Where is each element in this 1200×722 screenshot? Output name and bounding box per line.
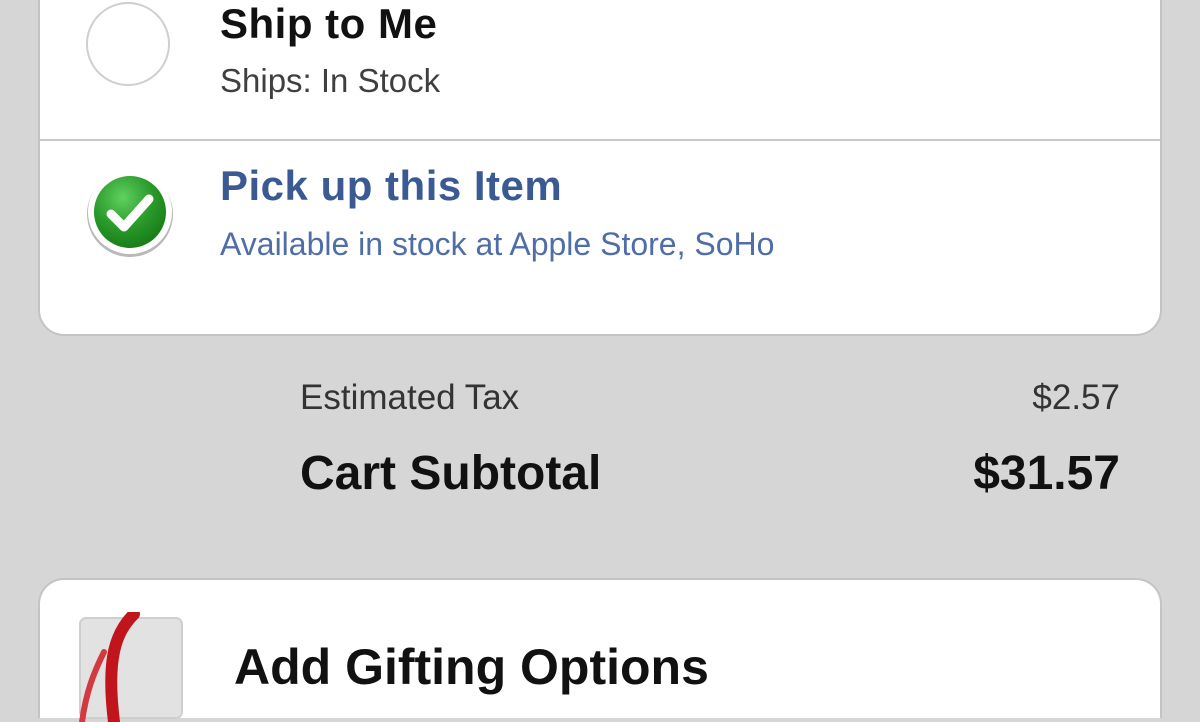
cart-subtotal-value: $31.57 xyxy=(973,447,1120,500)
ship-to-me-option[interactable]: Ship to Me Ships: In Stock xyxy=(40,0,1160,140)
gift-icon xyxy=(79,612,183,722)
pickup-option-title: Pick up this Item xyxy=(220,162,563,209)
pickup-option-subtitle: Available in stock at Apple Store, SoHo xyxy=(220,226,775,262)
pick-up-option[interactable]: Pick up this Item Available in stock at … xyxy=(40,140,1160,334)
estimated-tax-label: Estimated Tax xyxy=(300,378,520,417)
gifting-options-label: Add Gifting Options xyxy=(234,639,709,695)
add-gifting-options-button[interactable]: Add Gifting Options xyxy=(38,578,1162,722)
delivery-options-card: Ship to Me Ships: In Stock Pick up this … xyxy=(38,0,1162,336)
checkmark-selected-icon[interactable] xyxy=(84,166,176,258)
estimated-tax-value: $2.57 xyxy=(1032,378,1120,417)
cart-subtotal-label: Cart Subtotal xyxy=(300,447,602,500)
ship-option-title: Ship to Me xyxy=(220,0,438,47)
radio-unselected-icon[interactable] xyxy=(86,2,170,86)
ship-option-subtitle: Ships: In Stock xyxy=(220,62,441,99)
